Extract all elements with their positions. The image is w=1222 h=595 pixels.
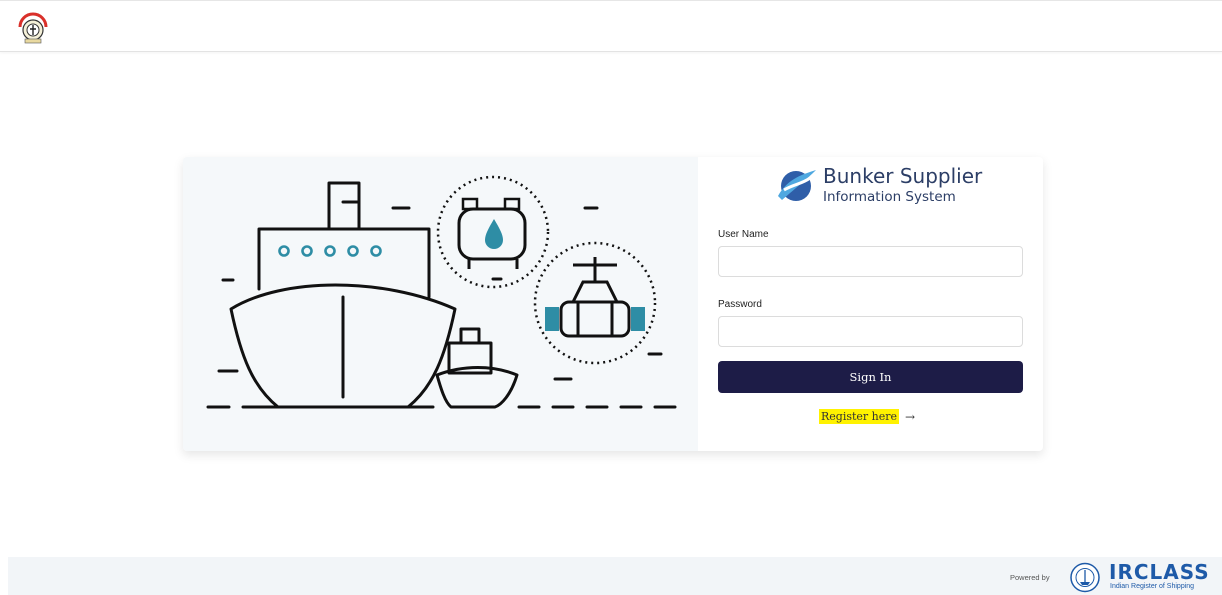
- arrow-right-icon[interactable]: →: [905, 410, 915, 424]
- decorative-dashes: [206, 206, 677, 409]
- username-input[interactable]: [718, 246, 1023, 277]
- register-link[interactable]: Register here →: [819, 409, 915, 424]
- tug-boat-icon: [435, 327, 519, 409]
- illustration-panel: [183, 157, 698, 451]
- register-link-label[interactable]: Register here: [819, 409, 900, 424]
- fuel-tank-icon: [436, 175, 550, 289]
- powered-by-text: Powered by: [1010, 573, 1050, 582]
- brand-header: Bunker Supplier Information System: [768, 162, 998, 210]
- top-bar: [0, 0, 1222, 52]
- organization-seal-logo-icon[interactable]: [16, 11, 50, 45]
- password-label: Password: [718, 299, 762, 310]
- irclass-emblem-icon: [1068, 562, 1102, 593]
- swoosh-logo-icon: [774, 166, 818, 206]
- cargo-ship-icon: [229, 181, 457, 409]
- login-card: Bunker Supplier Information System User …: [183, 157, 1043, 451]
- irclass-subtitle: Indian Register of Shipping: [1110, 583, 1195, 590]
- irclass-logo-text: IRCLASS: [1109, 560, 1210, 584]
- brand-title: Bunker Supplier: [823, 164, 983, 188]
- login-form: Bunker Supplier Information System User …: [698, 157, 1043, 451]
- brand-subtitle: Information System: [823, 189, 956, 205]
- sign-in-button[interactable]: Sign In: [718, 361, 1023, 393]
- username-label: User Name: [718, 229, 769, 240]
- password-input[interactable]: [718, 316, 1023, 347]
- footer: Powered by IRCLASS Indian Register of Sh…: [8, 557, 1222, 595]
- pipeline-valve-icon: [533, 241, 657, 365]
